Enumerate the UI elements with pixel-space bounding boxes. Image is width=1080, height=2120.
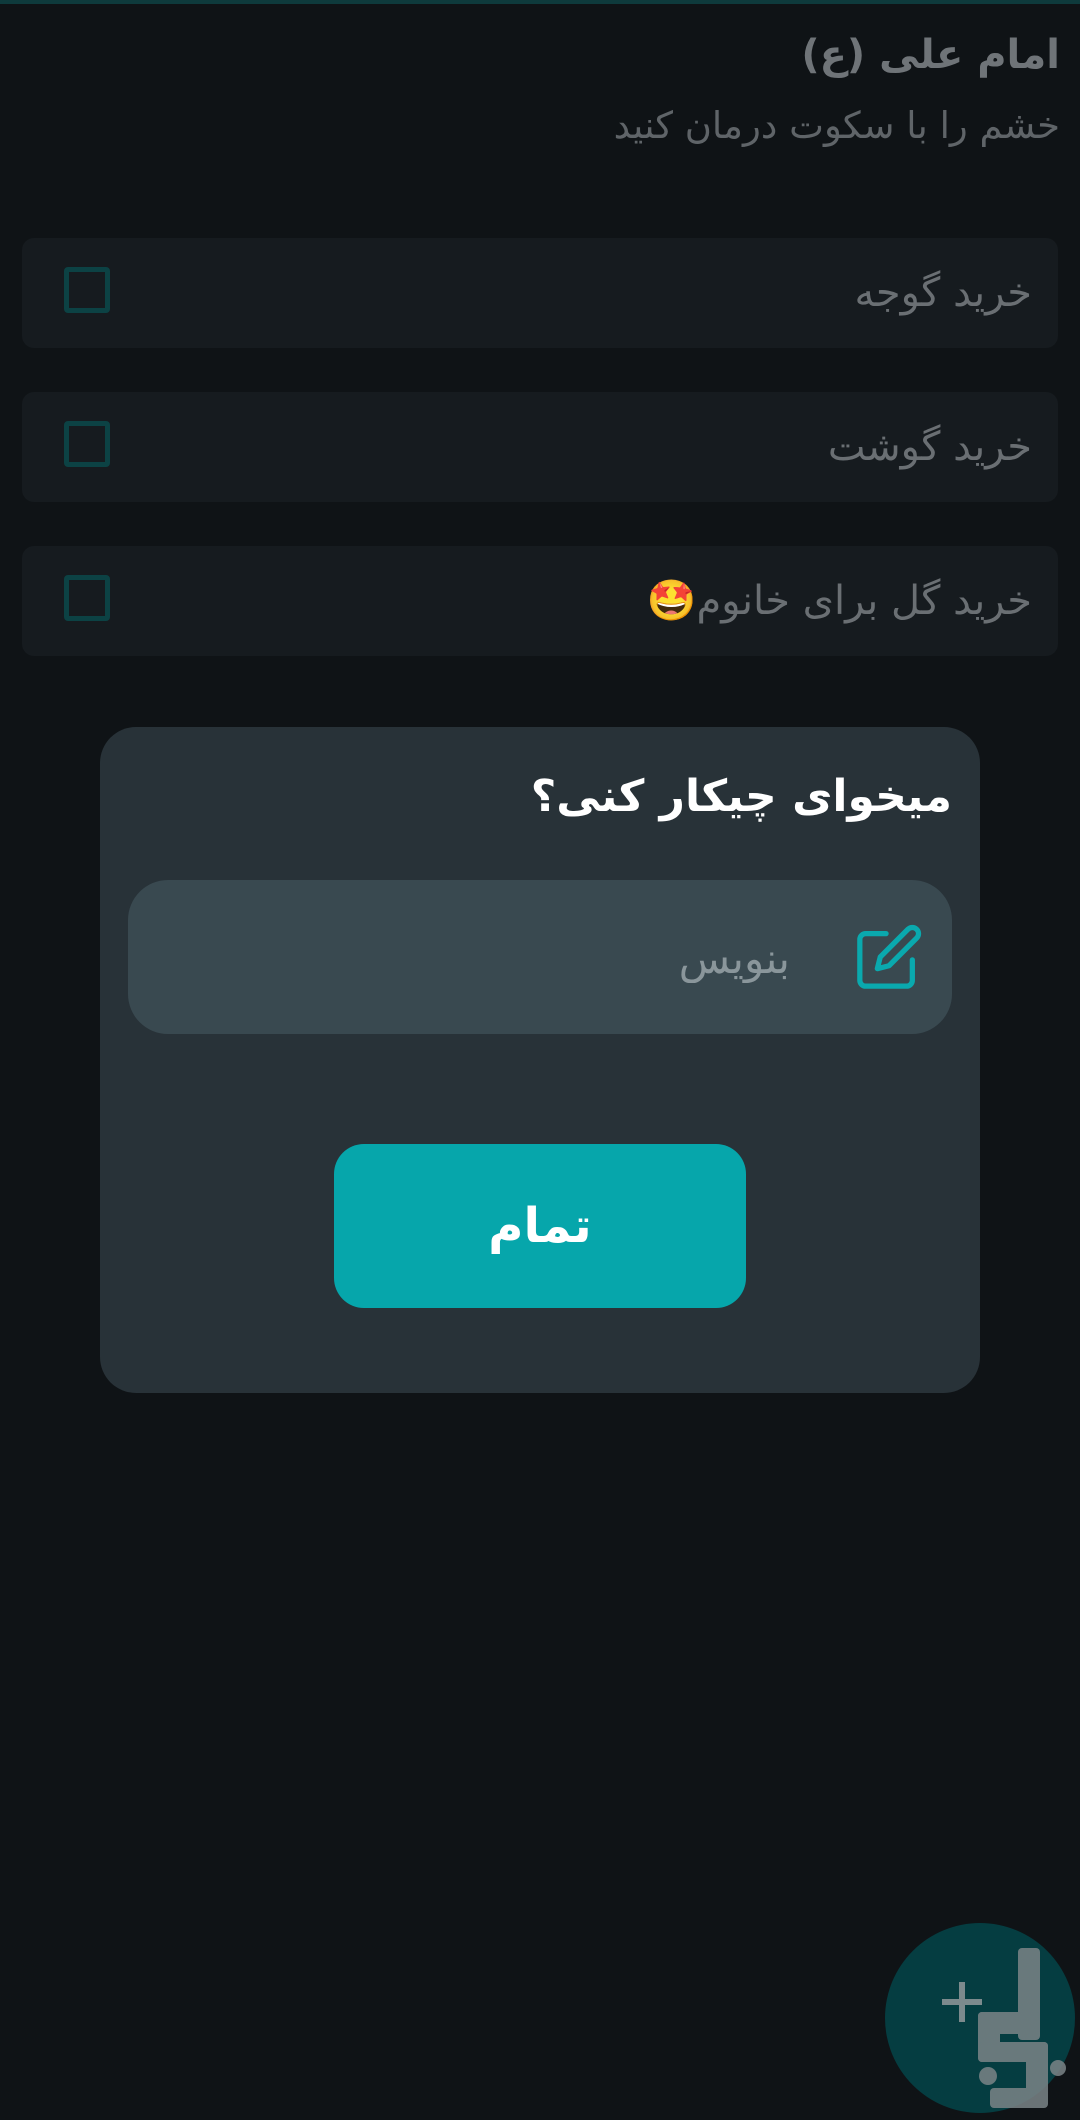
edit-pencil-icon	[857, 924, 922, 989]
dialog-title: میخوای چیکار کنی؟	[530, 771, 952, 822]
task-item[interactable]: خرید گوجه	[22, 238, 1058, 348]
task-checkbox[interactable]	[64, 267, 110, 313]
task-input-container[interactable]	[128, 880, 952, 1036]
app-screen: امام علی (ع) خشم را با سکوت درمان کنید خ…	[0, 0, 1080, 2120]
daily-quote: امام علی (ع) خشم را با سکوت درمان کنید	[614, 26, 1060, 156]
add-task-dialog: میخوای چیکار کنی؟ تمام	[100, 727, 980, 1393]
task-checkbox[interactable]	[64, 421, 110, 467]
task-label: خرید گوشت	[827, 424, 1032, 470]
done-button[interactable]: تمام	[334, 1144, 746, 1308]
quote-text: خشم را با سکوت درمان کنید	[613, 104, 1060, 147]
task-label: خرید گوجه	[854, 270, 1032, 316]
task-checkbox[interactable]	[64, 575, 110, 621]
task-item[interactable]: خرید گوشت	[22, 392, 1058, 502]
task-input[interactable]	[228, 880, 792, 1036]
top-divider	[0, 0, 1080, 4]
task-label: خرید گل برای خانوم🤩	[646, 578, 1032, 624]
quote-author: امام علی (ع)	[801, 32, 1060, 78]
task-item[interactable]: خرید گل برای خانوم🤩	[22, 546, 1058, 656]
store-logo-watermark	[978, 1948, 1066, 2108]
